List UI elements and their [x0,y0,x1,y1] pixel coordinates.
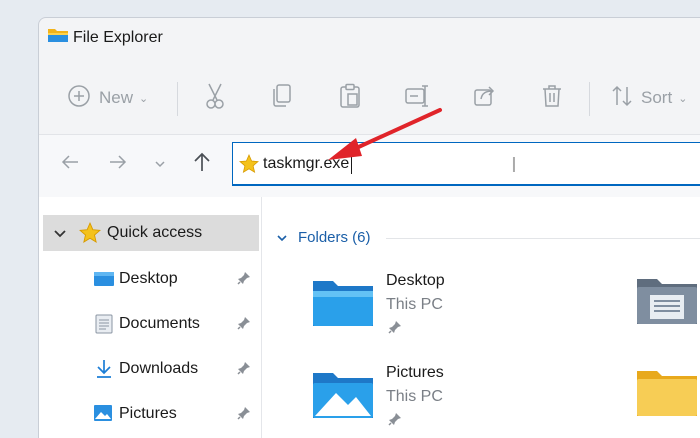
content-area: Quick access Desktop Documents Downloads… [39,197,700,438]
clipboard-icon [339,83,361,114]
folder-view: Folders (6) Desktop This PC Pictures Thi… [262,197,700,438]
sort-button[interactable]: Sort ⌄ [611,70,687,126]
plus-circle-icon [67,84,91,113]
folder-tile-pictures[interactable]: Pictures This PC [312,361,612,438]
arrow-left-icon [61,154,79,175]
recent-locations-button[interactable] [145,149,175,179]
folder-name: Pictures [386,364,444,381]
i-beam-cursor-icon: I [511,153,517,177]
sidebar-item-label: Quick access [107,224,203,241]
download-arrow-icon [95,359,113,384]
group-divider [386,238,700,239]
chevron-down-icon [154,155,166,173]
folder-tile-documents[interactable] [636,275,700,335]
sidebar-item-label: Pictures [119,405,177,422]
delete-button[interactable] [541,70,563,126]
pin-icon [388,412,402,431]
navigation-bar: taskmgr.exe I [39,134,700,197]
pin-icon [388,320,402,339]
forward-button[interactable] [103,149,133,179]
pin-icon[interactable] [237,361,251,380]
new-button[interactable]: New ⌄ [67,70,148,126]
share-button[interactable] [473,70,497,126]
sidebar-item-documents[interactable]: Documents [39,306,261,342]
title-bar[interactable]: File Explorer [39,18,700,58]
pin-icon[interactable] [237,316,251,335]
rename-icon [405,84,431,113]
folders-group-label: Folders (6) [298,229,371,246]
chevron-down-icon [276,229,288,246]
chevron-down-icon: ⌄ [678,92,688,105]
copy-icon [271,83,293,114]
paste-button[interactable] [339,70,361,126]
sidebar-item-downloads[interactable]: Downloads [39,351,261,387]
chevron-down-icon: ⌄ [139,92,149,105]
sidebar-item-label: Desktop [119,270,178,287]
sidebar-item-label: Documents [119,315,200,332]
sort-button-label: Sort [641,88,673,107]
sidebar-item-quick-access[interactable]: Quick access [43,215,259,251]
cut-button[interactable] [203,70,227,126]
folder-name: Desktop [386,272,445,289]
documents-folder-icon [636,279,698,329]
sort-arrows-icon [611,84,633,113]
text-caret [351,154,352,174]
address-input[interactable]: taskmgr.exe [263,155,349,173]
scissors-icon [203,82,227,115]
back-button[interactable] [55,149,85,179]
star-icon [79,221,101,249]
chevron-down-icon [53,226,67,244]
folders-group-header[interactable]: Folders (6) [276,229,371,246]
folder-tile-yellow[interactable] [636,367,700,427]
arrow-up-icon [193,152,211,177]
desktop-icon [93,270,115,293]
window-title: File Explorer [73,29,163,46]
folder-tile-desktop[interactable]: Desktop This PC [312,269,612,349]
sidebar-item-desktop[interactable]: Desktop [39,261,261,297]
share-icon [473,84,497,113]
up-button[interactable] [187,149,217,179]
navigation-pane: Quick access Desktop Documents Downloads… [39,197,262,438]
arrow-right-icon [109,154,127,175]
file-explorer-window: File Explorer New ⌄ Sort ⌄ taskmgr.exe I… [38,17,700,438]
address-bar[interactable]: taskmgr.exe I [232,142,700,186]
sidebar-item-label: Downloads [119,360,199,377]
toolbar-divider [589,82,590,116]
folder-icon [636,371,698,421]
trash-icon [541,84,563,113]
copy-button[interactable] [271,70,293,126]
toolbar-divider [177,82,178,116]
file-explorer-app-icon [47,26,69,49]
folder-location: This PC [386,388,443,405]
command-bar: New ⌄ Sort ⌄ [39,70,700,126]
pin-icon[interactable] [237,271,251,290]
documents-icon [95,314,113,339]
sidebar-item-pictures[interactable]: Pictures [39,396,261,432]
new-button-label: New [99,88,134,107]
star-icon [239,153,259,179]
rename-button[interactable] [405,70,431,126]
desktop-folder-icon [312,277,374,332]
folder-location: This PC [386,296,443,313]
